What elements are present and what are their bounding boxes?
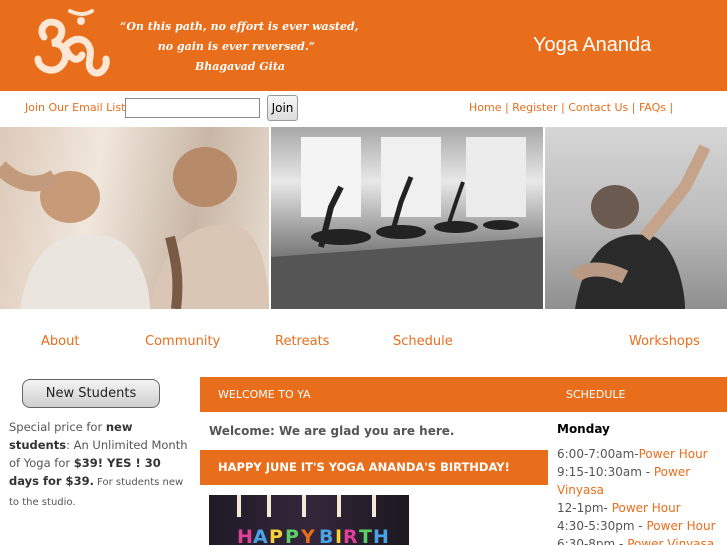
email-list-label: Join Our Email List [25,101,126,114]
site-header: “On this path, no effort is ever wasted,… [0,0,727,91]
email-input[interactable] [125,98,260,118]
svg-text:H: H [237,526,253,545]
svg-text:P: P [269,526,283,545]
site-title[interactable]: Yoga Ananda [533,34,651,57]
svg-text:Y: Y [300,526,315,545]
schedule-time: 4:30-5:30pm - [557,519,647,533]
om-symbol-icon[interactable] [30,7,112,82]
welcome-text: Welcome: We are glad you are here. [209,424,455,438]
yoga-photo-stretch [545,127,727,309]
schedule-class-link[interactable]: Power Hour [639,447,708,461]
schedule-class-link[interactable]: Power Hour [612,501,681,515]
schedule-day: Monday [557,422,610,436]
schedule-time: 6:30-8pm - [557,537,628,545]
schedule-header: SCHEDULE [548,377,727,412]
quote-author: Bhagavad Gita [195,60,286,73]
schedule-class-link[interactable]: Power Vinyasa [627,537,714,545]
schedule-item: 4:30-5:30pm - Power Hour [557,517,727,535]
birthday-cake-image: H A P P Y B I R T H [209,495,409,545]
schedule-list: 6:00-7:00am-Power Hour 9:15-10:30am - Po… [557,445,727,545]
schedule-item: 9:15-10:30am - Power Vinyasa [557,463,727,499]
quote-line-2: no gain is ever reversed.” [157,40,315,53]
schedule-item: 6:00-7:00am-Power Hour [557,445,727,463]
nav-link-register[interactable]: Register [512,101,557,114]
svg-text:B: B [319,526,333,545]
nav-retreats[interactable]: Retreats [275,334,329,349]
schedule-time: 12-1pm- [557,501,612,515]
new-students-button[interactable]: New Students [22,379,160,408]
top-nav: Home | Register | Contact Us | FAQs | [469,101,673,114]
nav-workshops[interactable]: Workshops [629,334,700,349]
schedule-time: 6:00-7:00am- [557,447,639,461]
svg-text:I: I [335,526,342,545]
join-button[interactable]: Join [267,95,298,121]
svg-text:H: H [373,526,389,545]
schedule-item: 6:30-8pm - Power Vinyasa [557,535,727,545]
june-header: HAPPY JUNE IT'S YOGA ANANDA'S BIRTHDAY! [200,450,548,485]
yoga-photo-class [271,127,543,309]
svg-text:A: A [253,526,268,545]
nav-about[interactable]: About [41,334,79,349]
nav-link-contact[interactable]: Contact Us [568,101,628,114]
nav-separator: | [631,101,639,114]
yoga-photo-backbend [0,127,269,309]
svg-text:P: P [285,526,299,545]
quote-line-1: “On this path, no effort is ever wasted, [120,20,359,33]
header-quote: “On this path, no effort is ever wasted,… [120,17,360,77]
page: “On this path, no effort is ever wasted,… [0,0,727,545]
schedule-time: 9:15-10:30am - [557,465,654,479]
nav-community[interactable]: Community [145,334,220,349]
new-student-offer: Special price for new students: An Unlim… [9,418,189,512]
nav-link-home[interactable]: Home [469,101,501,114]
nav-schedule[interactable]: Schedule [393,334,453,349]
svg-text:R: R [343,526,358,545]
offer-text-1: Special price for [9,420,106,434]
welcome-header: WELCOME TO YA [200,377,548,412]
schedule-class-link[interactable]: Power Hour [647,519,716,533]
svg-text:T: T [359,526,372,545]
nav-link-faqs[interactable]: FAQs [639,101,666,114]
nav-separator: | [669,101,674,114]
schedule-item: 12-1pm- Power Hour [557,499,727,517]
